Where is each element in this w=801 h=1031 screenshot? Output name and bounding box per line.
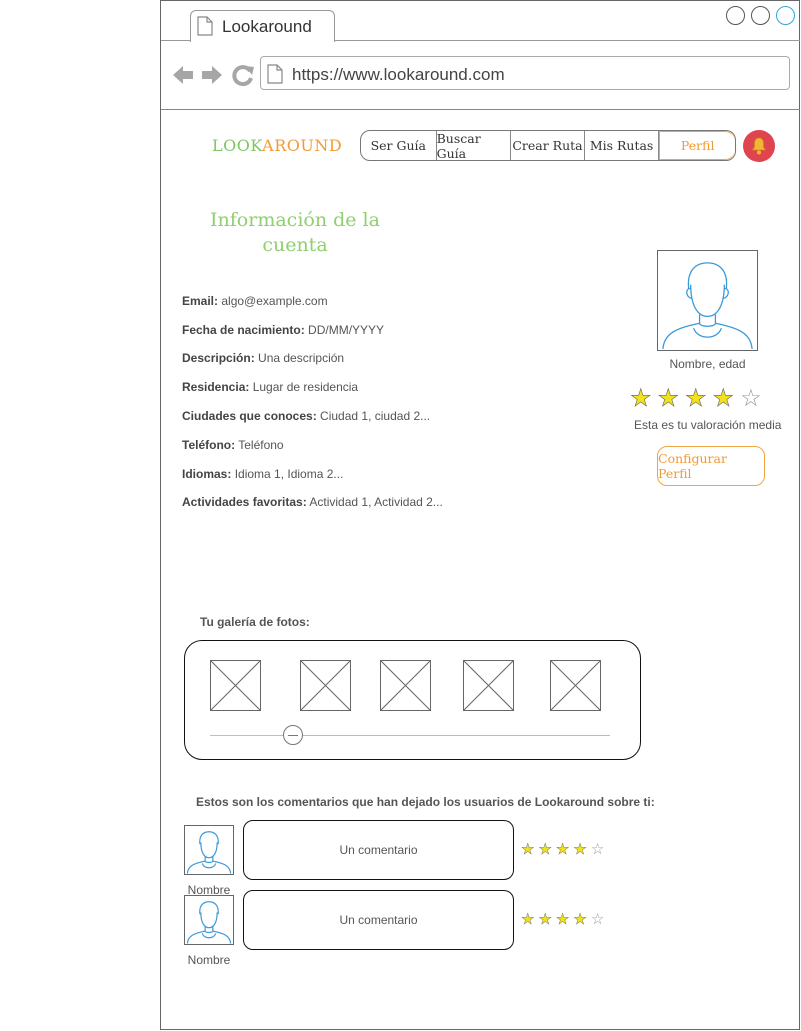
info-email: Email: algo@example.com: [182, 294, 328, 308]
info-activities: Actividades favoritas: Actividad 1, Acti…: [182, 495, 443, 509]
info-label: Idiomas:: [182, 467, 232, 481]
back-arrow-icon[interactable]: [171, 63, 195, 87]
user-avatar-icon: [186, 901, 232, 944]
close-button[interactable]: [776, 6, 795, 25]
comment-box: Un comentario: [243, 820, 514, 880]
info-birthdate: Fecha de nacimiento: DD/MM/YYYY: [182, 323, 384, 337]
info-cities: Ciudades que conoces: Ciudad 1, ciudad 2…: [182, 409, 430, 423]
gallery-slider-thumb[interactable]: [283, 725, 303, 745]
star-filled-icon: ★: [555, 841, 570, 858]
info-phone: Teléfono: Teléfono: [182, 438, 284, 452]
nav-ser-guia[interactable]: Ser Guía: [361, 131, 437, 160]
configure-profile-button[interactable]: Configurar Perfil: [657, 446, 765, 486]
info-label: Descripción:: [182, 351, 255, 365]
photo-placeholder-icon[interactable]: [463, 660, 514, 711]
bell-icon: [751, 137, 767, 155]
photo-placeholder-icon[interactable]: [210, 660, 261, 711]
info-value: Actividad 1, Actividad 2...: [309, 495, 443, 509]
info-label: Actividades favoritas:: [182, 495, 307, 509]
account-title: Información de la cuenta: [210, 209, 380, 256]
rating-label: Esta es tu valoración media: [634, 418, 782, 432]
info-value: Idioma 1, Idioma 2...: [234, 467, 344, 481]
comment-rating: ★ ★ ★ ★ ☆: [521, 911, 605, 928]
star-filled-icon: ★: [712, 385, 735, 412]
info-label: Residencia:: [182, 380, 250, 394]
info-value: Ciudad 1, ciudad 2...: [320, 409, 431, 423]
user-avatar-icon: [662, 262, 753, 350]
photo-placeholder-icon[interactable]: [300, 660, 351, 711]
nav-perfil[interactable]: Perfil: [659, 131, 735, 160]
star-filled-icon: ★: [685, 385, 707, 412]
profile-name-age: Nombre, edad: [669, 357, 746, 371]
avatar[interactable]: [657, 250, 758, 351]
average-rating: ★ ★ ★ ★ ☆: [630, 385, 762, 412]
star-filled-icon: ★: [555, 911, 570, 928]
logo-part-around: AROUND: [262, 136, 343, 155]
info-residence: Residencia: Lugar de residencia: [182, 380, 358, 394]
star-filled-icon: ★: [630, 385, 652, 412]
minimize-button[interactable]: [726, 6, 745, 25]
info-value: Lugar de residencia: [252, 380, 359, 394]
info-label: Ciudades que conoces:: [182, 409, 317, 423]
comment-rating: ★ ★ ★ ★ ☆: [521, 841, 605, 858]
info-label: Email:: [182, 294, 219, 308]
photo-placeholder-icon[interactable]: [380, 660, 431, 711]
star-filled-icon: ★: [538, 911, 552, 928]
reload-icon[interactable]: [231, 63, 255, 87]
forward-arrow-icon[interactable]: [200, 63, 224, 87]
page-icon: [197, 16, 213, 36]
star-empty-icon: ☆: [740, 385, 762, 412]
star-filled-icon: ★: [573, 911, 587, 928]
star-filled-icon: ★: [521, 911, 535, 928]
star-empty-icon: ☆: [590, 841, 605, 858]
commenter-avatar[interactable]: [184, 895, 234, 945]
nav-mis-rutas[interactable]: Mis Rutas: [585, 131, 660, 160]
gallery-slider-fill: [210, 735, 293, 736]
page-icon: [267, 64, 283, 84]
nav-buscar-guia[interactable]: Buscar Guía: [437, 131, 512, 160]
notifications-button[interactable]: [743, 130, 775, 162]
star-filled-icon: ★: [573, 841, 587, 858]
comment-box: Un comentario: [243, 890, 514, 950]
nav-crear-ruta[interactable]: Crear Ruta: [511, 131, 585, 160]
tab-title: Lookaround: [222, 17, 312, 36]
maximize-button[interactable]: [751, 6, 770, 25]
url-text: https://www.lookaround.com: [292, 65, 505, 84]
info-label: Fecha de nacimiento:: [182, 323, 305, 337]
info-description: Descripción: Una descripción: [182, 351, 344, 365]
user-avatar-icon: [186, 831, 232, 874]
star-filled-icon: ★: [538, 841, 552, 858]
logo[interactable]: LOOKAROUND: [212, 136, 342, 155]
info-value: algo@example.com: [221, 294, 328, 308]
info-value: Teléfono: [238, 438, 284, 452]
info-value: Una descripción: [258, 351, 345, 365]
star-filled-icon: ★: [657, 385, 680, 412]
comments-heading: Estos son los comentarios que han dejado…: [196, 795, 655, 809]
info-value: DD/MM/YYYY: [308, 323, 385, 337]
commenter-name: Nombre: [187, 953, 231, 967]
info-languages: Idiomas: Idioma 1, Idioma 2...: [182, 467, 343, 481]
commenter-avatar[interactable]: [184, 825, 234, 875]
main-nav: Ser Guía Buscar Guía Crear Ruta Mis Ruta…: [360, 130, 736, 161]
star-empty-icon: ☆: [590, 911, 605, 928]
gallery-label: Tu galería de fotos:: [200, 615, 310, 629]
star-filled-icon: ★: [521, 841, 535, 858]
photo-placeholder-icon[interactable]: [550, 660, 601, 711]
logo-part-look: LOOK: [212, 136, 263, 155]
info-label: Teléfono:: [182, 438, 236, 452]
